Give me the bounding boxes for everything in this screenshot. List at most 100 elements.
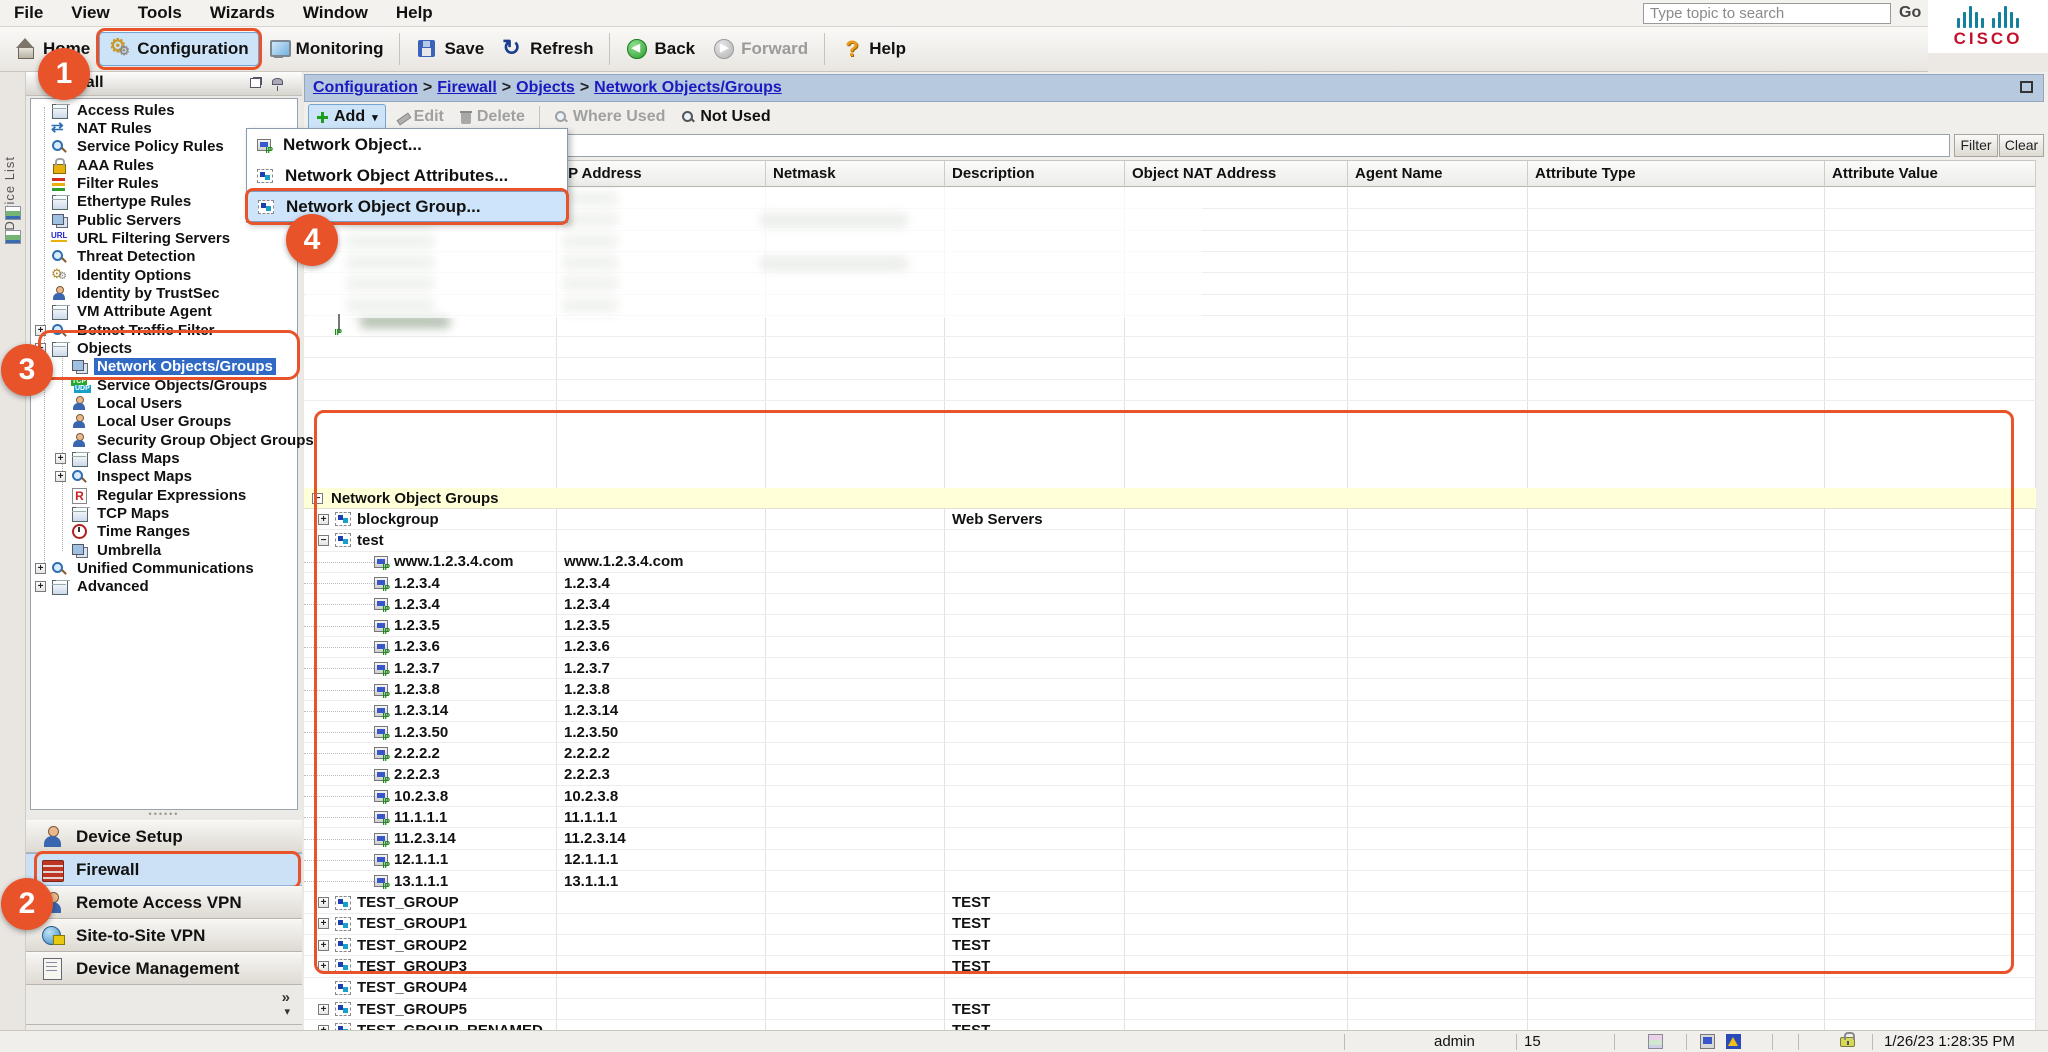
device-list-window-icon[interactable] [5, 206, 21, 220]
nav-overflow-icon[interactable]: » [282, 989, 290, 1006]
expander-plus-icon[interactable]: + [35, 325, 46, 336]
expander-plus-icon[interactable]: + [55, 471, 66, 482]
help-button[interactable]: Help [832, 33, 915, 65]
table-row-1.2.3.14[interactable]: IP1.2.3.141.2.3.14 [304, 701, 2036, 722]
sidebar-item-security-group-object-groups[interactable]: Security Group Object Groups [55, 431, 317, 449]
menu-file[interactable]: File [0, 0, 57, 26]
table-row-test-group[interactable]: +TEST_GROUPTEST [304, 892, 2036, 913]
table-row-1.2.3.4[interactable]: IP1.2.3.41.2.3.4 [304, 594, 2036, 615]
column-header-netmask[interactable]: Netmask [766, 161, 945, 187]
sidebar-item-service-policy-rules[interactable]: Service Policy Rules [35, 138, 227, 156]
menu-wizards[interactable]: Wizards [196, 0, 289, 26]
column-header-object-nat-address[interactable]: Object NAT Address [1125, 161, 1348, 187]
table-row-test-group3[interactable]: +TEST_GROUP3TEST [304, 956, 2036, 977]
expander-plus-icon[interactable]: + [318, 1004, 329, 1015]
splitter-grip[interactable]: •••••• [26, 810, 302, 820]
sidebar-item-nat-rules[interactable]: NAT Rules [35, 119, 155, 137]
topic-search-input[interactable] [1643, 3, 1891, 24]
sidebar-item-unified-communications[interactable]: +Unified Communications [35, 560, 257, 578]
sidebar-item-aaa-rules[interactable]: AAA Rules [35, 156, 157, 174]
configuration-button[interactable]: Configuration [99, 32, 258, 66]
table-row-1.2.3.5[interactable]: IP1.2.3.51.2.3.5 [304, 616, 2036, 637]
table-row-test-group1[interactable]: +TEST_GROUP1TEST [304, 914, 2036, 935]
table-row-test[interactable]: −test [304, 530, 2036, 551]
sidebar-item-threat-detection[interactable]: Threat Detection [35, 248, 198, 266]
refresh-button[interactable]: Refresh [493, 33, 602, 65]
sidebar-item-filter-rules[interactable]: Filter Rules [35, 174, 162, 192]
sidebar-item-regular-expressions[interactable]: Regular Expressions [55, 486, 249, 504]
breadcrumb-link-configuration[interactable]: Configuration [313, 79, 418, 96]
column-header-attribute-value[interactable]: Attribute Value [1825, 161, 2036, 187]
nav-collapse-icon[interactable]: ▾ [284, 1005, 290, 1018]
sidebar-item-identity-by-trustsec[interactable]: Identity by TrustSec [35, 284, 223, 302]
column-header-description[interactable]: Description [945, 161, 1125, 187]
column-header-agent-name[interactable]: Agent Name [1348, 161, 1528, 187]
go-button[interactable]: Go [1899, 4, 1921, 22]
nav-device-management[interactable]: Device Management [26, 952, 302, 985]
expander-plus-icon[interactable]: + [318, 961, 329, 972]
sidebar-item-service-objects-groups[interactable]: Service Objects/Groups [55, 376, 270, 394]
expander-plus-icon[interactable]: + [318, 897, 329, 908]
nav-remote-access-vpn[interactable]: Remote Access VPN [26, 886, 302, 919]
sidebar-item-public-servers[interactable]: Public Servers [35, 211, 184, 229]
sidebar-item-network-objects-groups[interactable]: Network Objects/Groups [55, 358, 276, 376]
nav-device-setup[interactable]: Device Setup [26, 820, 302, 853]
column-header-ip-address[interactable]: IP Address [557, 161, 766, 187]
sidebar-item-objects[interactable]: −Objects [35, 339, 135, 357]
sidebar-item-ethertype-rules[interactable]: Ethertype Rules [35, 193, 194, 211]
menu-window[interactable]: Window [289, 0, 382, 26]
menu-item-network-object-attributes-[interactable]: Network Object Attributes... [247, 160, 567, 191]
menu-item-network-object-[interactable]: IPNetwork Object... [247, 129, 567, 160]
menu-tools[interactable]: Tools [124, 0, 196, 26]
expander-minus-icon[interactable]: − [312, 493, 323, 504]
pin-panel-icon[interactable] [272, 78, 283, 85]
add-button[interactable]: Add ▾ [308, 104, 386, 130]
table-row-test-group2[interactable]: +TEST_GROUP2TEST [304, 935, 2036, 956]
forward-button[interactable]: Forward [704, 33, 817, 65]
where-used-button[interactable]: Where Used [547, 105, 672, 129]
sidebar-item-identity-options[interactable]: Identity Options [35, 266, 194, 284]
sidebar-item-access-rules[interactable]: Access Rules [35, 101, 178, 119]
menu-help[interactable]: Help [382, 0, 447, 26]
float-panel-icon[interactable] [250, 78, 261, 88]
table-row-1.2.3.4[interactable]: IP1.2.3.41.2.3.4 [304, 573, 2036, 594]
table-row-1.2.3.50[interactable]: IP1.2.3.501.2.3.50 [304, 722, 2036, 743]
sidebar-item-botnet-traffic-filter[interactable]: +Botnet Traffic Filter [35, 321, 218, 339]
expander-plus-icon[interactable]: + [35, 563, 46, 574]
sidebar-item-advanced[interactable]: +Advanced [35, 578, 152, 596]
device-list-window-icon[interactable] [5, 230, 21, 244]
network-object-groups-section-row[interactable]: −Network Object Groups [304, 488, 2036, 509]
sidebar-item-local-user-groups[interactable]: Local User Groups [55, 413, 234, 431]
expander-plus-icon[interactable]: + [55, 453, 66, 464]
back-button[interactable]: Back [617, 33, 704, 65]
table-row-1.2.3.8[interactable]: IP1.2.3.81.2.3.8 [304, 679, 2036, 700]
table-row-blockgroup[interactable]: +blockgroupWeb Servers [304, 509, 2036, 530]
menu-item-network-object-group-[interactable]: Network Object Group... [247, 191, 567, 222]
table-row-2.2.2.3[interactable]: IP2.2.2.32.2.2.3 [304, 765, 2036, 786]
monitoring-button[interactable]: Monitoring [259, 33, 393, 65]
table-row-13.1.1.1[interactable]: IP13.1.1.113.1.1.1 [304, 871, 2036, 892]
sidebar-item-tcp-maps[interactable]: TCP Maps [55, 504, 172, 522]
table-row-1.2.3.7[interactable]: IP1.2.3.71.2.3.7 [304, 658, 2036, 679]
table-row-2.2.2.2[interactable]: IP2.2.2.22.2.2.2 [304, 743, 2036, 764]
nav-site-to-site-vpn[interactable]: Site-to-Site VPN [26, 919, 302, 952]
table-row-10.2.3.8[interactable]: IP10.2.3.810.2.3.8 [304, 786, 2036, 807]
save-button[interactable]: Save [407, 33, 493, 65]
table-row-11.1.1.1[interactable]: IP11.1.1.111.1.1.1 [304, 807, 2036, 828]
delete-button[interactable]: Delete [453, 105, 532, 129]
not-used-button[interactable]: Not Used [674, 105, 777, 129]
table-row-1.2.3.6[interactable]: IP1.2.3.61.2.3.6 [304, 637, 2036, 658]
table-row-11.2.3.14[interactable]: IP11.2.3.1411.2.3.14 [304, 829, 2036, 850]
table-row-test-group5[interactable]: +TEST_GROUP5TEST [304, 999, 2036, 1020]
expander-minus-icon[interactable]: − [318, 535, 329, 546]
expander-plus-icon[interactable]: + [318, 514, 329, 525]
edit-button[interactable]: Edit [388, 105, 451, 129]
table-row-test-group4[interactable]: TEST_GROUP4 [304, 978, 2036, 999]
table-row-www.1.2.3.4.com[interactable]: IPwww.1.2.3.4.comwww.1.2.3.4.com [304, 552, 2036, 573]
expander-plus-icon[interactable]: + [35, 581, 46, 592]
clear-button[interactable]: Clear [1999, 134, 2044, 157]
column-header-attribute-type[interactable]: Attribute Type [1528, 161, 1825, 187]
breadcrumb-link-objects[interactable]: Objects [516, 79, 575, 96]
sidebar-item-time-ranges[interactable]: Time Ranges [55, 523, 193, 541]
sidebar-item-inspect-maps[interactable]: +Inspect Maps [55, 468, 195, 486]
